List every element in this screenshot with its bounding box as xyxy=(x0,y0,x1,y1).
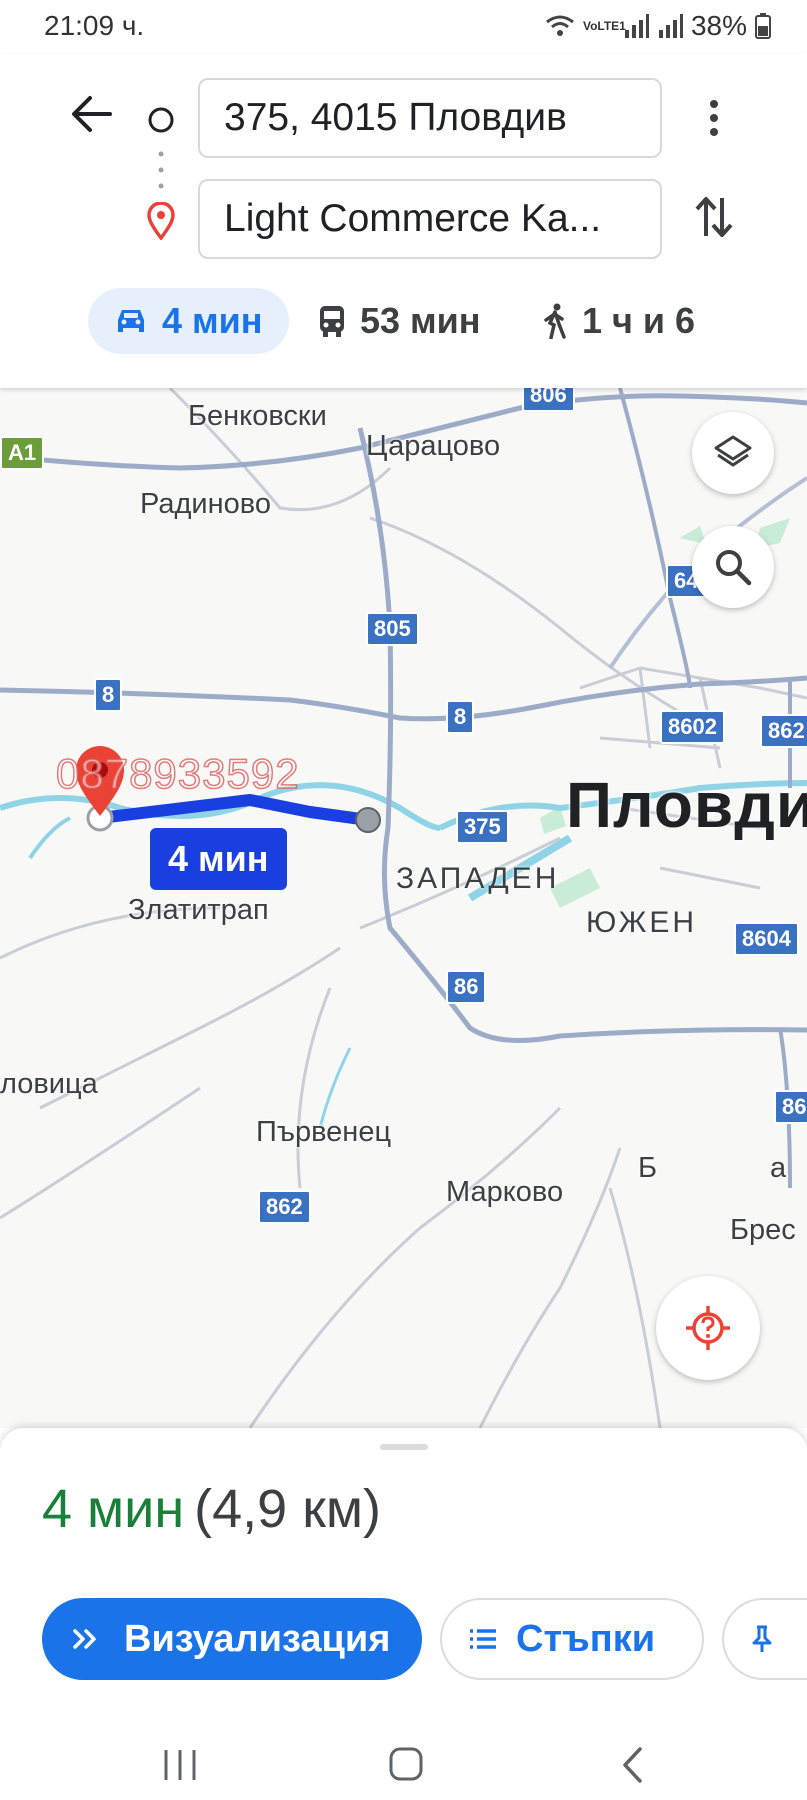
steps-button[interactable]: Стъпки xyxy=(440,1598,704,1680)
road-shield-862b: 862 xyxy=(258,1190,311,1224)
back-icon[interactable] xyxy=(620,1746,646,1784)
road-shield-375: 375 xyxy=(456,810,509,844)
swap-icon[interactable] xyxy=(694,194,734,240)
district-yuzhen: ЮЖЕН xyxy=(586,906,698,939)
place-parvenets: Първенец xyxy=(256,1116,392,1148)
road-shield-8b: 8 xyxy=(446,700,475,734)
walk-icon xyxy=(544,303,566,339)
tab-walking-label: 1 ч и 6 xyxy=(582,300,696,341)
bus-icon xyxy=(320,306,344,337)
destination-pin-icon xyxy=(147,202,175,240)
wifi-icon xyxy=(546,15,574,36)
tab-transit[interactable]: 53 мин xyxy=(318,288,481,354)
home-icon[interactable] xyxy=(388,1746,424,1782)
origin-field[interactable]: 375, 4015 Пловдив xyxy=(198,78,662,158)
system-nav-bar xyxy=(0,1728,807,1800)
signal-icon-2 xyxy=(658,14,683,38)
list-icon xyxy=(470,1629,496,1649)
road-shield-a1: A1 xyxy=(0,436,45,470)
place-markovo: Марково xyxy=(446,1176,564,1208)
district-zapaden: ЗАПАДЕН xyxy=(396,862,560,895)
status-bar: 21:09 ч. VoLTE1 38% xyxy=(0,0,807,54)
road-shield-805: 805 xyxy=(366,612,419,646)
route-end-dot xyxy=(355,807,381,833)
map-search-button[interactable] xyxy=(692,526,774,608)
road-shield-8602: 8602 xyxy=(660,710,725,744)
battery-percent: 38% xyxy=(690,10,747,41)
visualize-label: Визуализация xyxy=(124,1617,391,1660)
pin-icon xyxy=(752,1625,772,1652)
place-belashtitsa: Б xyxy=(638,1152,658,1184)
layers-button[interactable] xyxy=(692,412,774,494)
place-plovdiv: Пловди xyxy=(566,769,807,841)
destination-field[interactable]: Light Commerce Ka... xyxy=(198,179,662,259)
visualize-button[interactable]: Визуализация xyxy=(42,1598,422,1680)
place-benkovski: Бенковски xyxy=(188,400,327,432)
back-arrow-icon[interactable] xyxy=(70,94,112,134)
road-shield-86a: 86 xyxy=(446,970,487,1004)
steps-label: Стъпки xyxy=(516,1617,656,1660)
tab-walking[interactable]: 1 ч и 6 xyxy=(542,288,695,354)
more-options-icon[interactable] xyxy=(707,98,721,138)
tab-driving[interactable]: 4 мин xyxy=(88,288,289,354)
sheet-drag-handle[interactable] xyxy=(380,1444,428,1450)
route-summary-sheet[interactable]: 4 мин (4,9 км) Визуализация Стъпки xyxy=(0,1428,807,1800)
route-dots-icon xyxy=(158,151,164,189)
place-yagodovo: ловица xyxy=(0,1068,98,1100)
tab-transit-label: 53 мин xyxy=(360,300,481,341)
place-radinovo: Радиново xyxy=(140,488,271,520)
road-shield-862a: 862 xyxy=(760,714,807,748)
map-view[interactable]: 0878933592 4 мин Бенковски Царацово Ради… xyxy=(0,388,807,1428)
signal-icon xyxy=(624,14,649,38)
road-shield-8a: 8 xyxy=(94,678,123,712)
place-zlatitrap: Златитрап xyxy=(128,894,269,926)
route-duration-badge: 4 мин xyxy=(150,828,287,890)
pin-button[interactable] xyxy=(722,1598,807,1680)
volte-label: VoLTE1 xyxy=(582,19,626,33)
road-shield-806: 806 xyxy=(522,388,575,412)
summary-distance: (4,9 км) xyxy=(194,1479,381,1539)
location-unknown-icon xyxy=(686,1306,730,1350)
status-icons: VoLTE1 38% xyxy=(545,10,771,42)
route-summary: 4 мин (4,9 км) xyxy=(42,1478,381,1540)
place-caracovo: Царацово xyxy=(366,430,501,462)
my-location-button[interactable] xyxy=(656,1276,760,1380)
battery-icon xyxy=(755,13,771,39)
search-icon xyxy=(716,550,752,586)
recents-icon[interactable] xyxy=(162,1748,198,1782)
directions-header: 375, 4015 Пловдив Light Commerce Ka... 4… xyxy=(0,54,807,388)
origin-circle-icon xyxy=(148,107,174,133)
road-shield-8604: 8604 xyxy=(734,922,799,956)
place-brestnik: Брес xyxy=(730,1214,796,1246)
layers-icon xyxy=(714,435,752,467)
watermark-phone: 0878933592 xyxy=(55,749,300,798)
car-icon xyxy=(118,310,144,332)
tab-driving-label: 4 мин xyxy=(162,300,263,341)
double-chevron-icon xyxy=(73,1629,96,1649)
summary-duration: 4 мин xyxy=(42,1479,185,1539)
place-belashtitsa-end: а xyxy=(770,1152,787,1184)
status-time: 21:09 ч. xyxy=(44,10,145,41)
road-shield-86b: 86 xyxy=(774,1090,807,1124)
